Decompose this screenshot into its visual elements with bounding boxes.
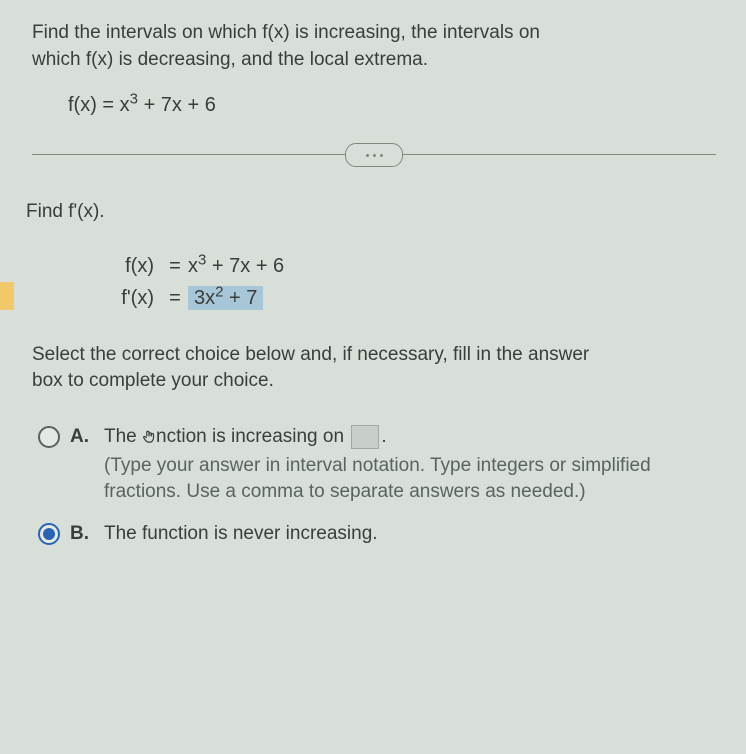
work-fx-right: x3 + 7x + 6 (188, 252, 284, 280)
choice-instruction: Select the correct choice below and, if … (32, 342, 716, 395)
instruction-line-1: Select the correct choice below and, if … (32, 344, 589, 365)
choice-b[interactable]: B. The function is never increasing. (38, 520, 716, 548)
derivative-answer: 3x2 + 7 (188, 286, 263, 310)
choice-a-hint: (Type your answer in interval notation. … (104, 453, 716, 506)
choice-a-body: The nction is increasing on . (Type your… (104, 424, 716, 506)
choice-a[interactable]: A. The nction is increasing on . (Type y… (38, 423, 716, 506)
step-heading: Find f'(x). (26, 199, 716, 226)
prompt-line-2: which f(x) is decreasing, and the local … (32, 49, 428, 70)
answer-choices: A. The nction is increasing on . (Type y… (38, 423, 716, 547)
given-function: f(x) = x3 + 7x + 6 (68, 91, 716, 119)
work-fprime-right: 3x2 + 7 (188, 284, 263, 312)
question-page: Find the intervals on which f(x) is incr… (0, 0, 746, 581)
work-fx-eq: = (162, 252, 188, 280)
prompt-line-1: Find the intervals on which f(x) is incr… (32, 22, 540, 43)
hand-cursor-icon (140, 428, 158, 446)
work-fprime-left: f'(x) (94, 284, 162, 312)
question-prompt: Find the intervals on which f(x) is incr… (32, 20, 716, 73)
work-fprime-eq: = (162, 284, 188, 312)
answer-input-box[interactable] (351, 425, 379, 449)
choice-b-body: The function is never increasing. (104, 521, 716, 548)
derivative-work: f(x) = x3 + 7x + 6 f'(x) = 3x2 + 7 (94, 252, 716, 312)
formula-lhs: f(x) = x (68, 94, 130, 116)
formula-exp: 3 (130, 91, 138, 108)
section-divider (32, 139, 716, 169)
choice-a-letter: A. (70, 424, 104, 451)
radio-a[interactable] (38, 426, 60, 448)
formula-rhs: + 7x + 6 (138, 94, 216, 116)
choice-b-letter: B. (70, 521, 104, 548)
choice-a-period: . (381, 426, 386, 447)
work-row-fprimex: f'(x) = 3x2 + 7 (94, 284, 716, 312)
instruction-line-2: box to complete your choice. (32, 370, 274, 391)
choice-a-text-after: nction is increasing on (156, 426, 349, 447)
work-row-fx: f(x) = x3 + 7x + 6 (94, 252, 716, 280)
choice-a-text-before: The (104, 426, 142, 447)
expand-button[interactable] (345, 143, 403, 167)
work-fx-left: f(x) (94, 252, 162, 280)
radio-b[interactable] (38, 523, 60, 545)
